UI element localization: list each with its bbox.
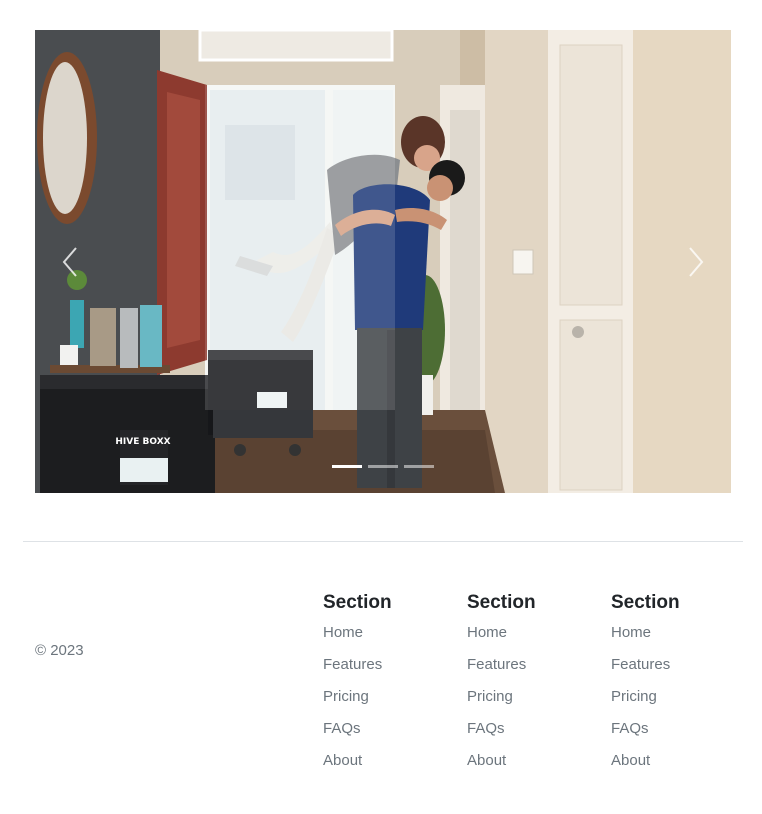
footer-link-faqs[interactable]: FAQs [611,720,649,737]
footer-link-faqs[interactable]: FAQs [323,720,361,737]
footer-section-title: Section [323,592,392,613]
footer-link-pricing[interactable]: Pricing [467,688,513,705]
carousel-indicators [35,465,731,468]
footer-section-3: Section Home Features Pricing FAQs About [611,592,741,783]
svg-text:HIVE BOXX: HIVE BOXX [115,437,170,447]
chevron-left-icon [62,246,77,277]
carousel-slide-image: HIVE BOXX [35,30,731,493]
footer-link-about[interactable]: About [467,752,506,769]
footer-nav-list: Home Features Pricing FAQs About [611,623,741,783]
footer-link-pricing[interactable]: Pricing [611,688,657,705]
footer-link-faqs[interactable]: FAQs [467,720,505,737]
footer-link-features[interactable]: Features [611,656,670,673]
footer-link-home[interactable]: Home [611,624,651,641]
carousel-indicator-1[interactable] [332,465,362,468]
footer-section-title: Section [467,592,536,613]
footer-section-title: Section [611,592,680,613]
footer-link-features[interactable]: Features [323,656,382,673]
image-carousel[interactable]: HIVE BOXX [35,30,731,493]
footer-link-pricing[interactable]: Pricing [323,688,369,705]
footer-section-1: Section Home Features Pricing FAQs About [323,592,453,783]
carousel-next-button[interactable] [661,30,731,493]
footer-link-features[interactable]: Features [467,656,526,673]
footer-link-home[interactable]: Home [323,624,363,641]
footer-nav-list: Home Features Pricing FAQs About [467,623,597,783]
carousel-indicator-2[interactable] [368,465,398,468]
carousel-prev-button[interactable] [35,30,105,493]
footer-nav-list: Home Features Pricing FAQs About [323,623,453,783]
footer-section-2: Section Home Features Pricing FAQs About [467,592,597,783]
chevron-right-icon [689,246,704,277]
copyright-text: © 2023 [35,642,84,659]
footer-link-about[interactable]: About [323,752,362,769]
footer-link-about[interactable]: About [611,752,650,769]
footer-divider [23,541,743,542]
carousel-indicator-3[interactable] [404,465,434,468]
footer-link-home[interactable]: Home [467,624,507,641]
